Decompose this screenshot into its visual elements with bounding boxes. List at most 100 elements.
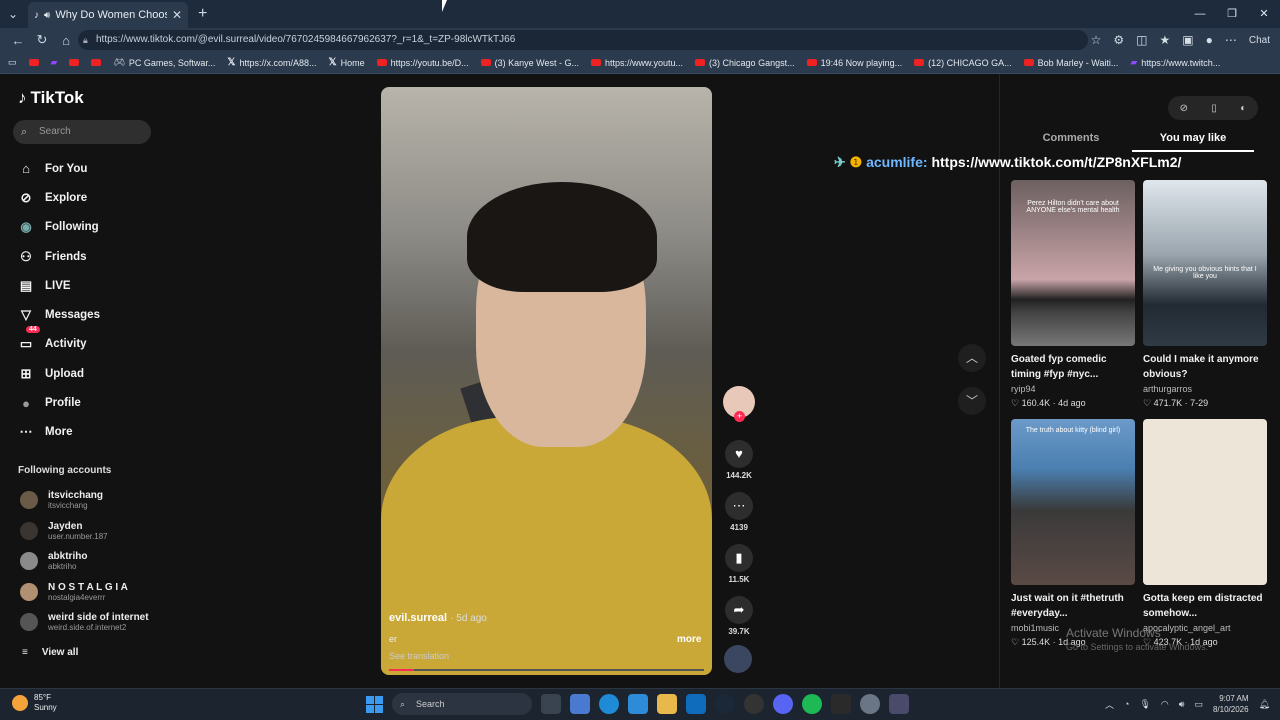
youtube-icon[interactable]: [28, 59, 39, 66]
sidebar-item-friends[interactable]: ⚇ Friends: [18, 242, 100, 271]
recommended-video-card[interactable]: Perez Hilton didn't care about ANYONE el…: [1011, 180, 1135, 409]
follow-plus-icon[interactable]: +: [734, 411, 745, 422]
sidebar-item-explore[interactable]: ⊘ Explore: [18, 183, 100, 212]
task-view-icon[interactable]: [541, 694, 561, 714]
audio-icon[interactable]: 🔊︎: [44, 10, 50, 21]
split-screen-icon[interactable]: ◫: [1136, 33, 1147, 47]
youtube-icon[interactable]: [91, 59, 102, 66]
game-app-icon[interactable]: [889, 694, 909, 714]
spotify-icon[interactable]: [802, 694, 822, 714]
settings-menu-icon[interactable]: ⋯: [1225, 33, 1237, 47]
like-button[interactable]: ♥ 144.2K: [722, 440, 756, 480]
close-window-icon[interactable]: ✕: [1248, 0, 1280, 28]
video-player[interactable]: [381, 87, 712, 675]
save-button[interactable]: ▮ 11.5K: [722, 544, 756, 584]
sidebar-item-profile[interactable]: ● Profile: [18, 388, 100, 417]
browser-tab[interactable]: ♪ 🔊︎ Why Do Women Choose 'Do... ✕: [28, 2, 188, 28]
minimize-icon[interactable]: —: [1184, 0, 1216, 28]
windows-start-icon[interactable]: [366, 695, 383, 713]
weather-widget[interactable]: 85°F Sunny: [12, 693, 57, 713]
copilot-chat-button[interactable]: Chat: [1249, 35, 1270, 46]
extensions-icon[interactable]: ⚙: [1113, 33, 1124, 47]
discord-icon[interactable]: [773, 694, 793, 714]
store-icon[interactable]: [628, 694, 648, 714]
previous-video-button[interactable]: ︿: [958, 344, 986, 372]
file-explorer-icon[interactable]: [657, 694, 677, 714]
favorites-icon[interactable]: ★: [1160, 33, 1171, 47]
sidebar-item-activity[interactable]: ▭ 44 Activity: [18, 325, 100, 359]
new-tab-button[interactable]: +: [198, 5, 207, 23]
bookmark-item[interactable]: 🎮︎ PC Games, Softwar...: [113, 57, 215, 68]
bookmark-item[interactable]: (3) Chicago Gangst...: [695, 58, 795, 68]
tab-you-may-like[interactable]: You may like: [1132, 132, 1254, 152]
video-author[interactable]: evil.surreal · 5d ago: [389, 612, 487, 624]
sidebar-item-for-you[interactable]: ⌂ For You: [18, 154, 100, 183]
steam-icon[interactable]: [715, 694, 735, 714]
bookmark-item[interactable]: 𝕏 Home: [329, 57, 365, 68]
url-field[interactable]: 🔒︎ https://www.tiktok.com/@evil.surreal/…: [78, 30, 1088, 50]
obs-icon[interactable]: [744, 694, 764, 714]
network-icon[interactable]: ◔: [1124, 699, 1129, 709]
sidebar-item-upload[interactable]: ⊞ Upload: [18, 359, 100, 388]
following-account[interactable]: N O S T A L G I Anostalgia4everrr: [20, 582, 128, 602]
search-input[interactable]: ⌕ Search: [13, 120, 151, 144]
bookmark-item[interactable]: ▰ https://www.twitch...: [1130, 57, 1220, 68]
back-icon[interactable]: ←: [6, 33, 30, 48]
collections-icon[interactable]: ▣: [1182, 33, 1193, 47]
star-icon[interactable]: ☆: [1091, 33, 1102, 47]
bookmarks-menu-icon[interactable]: ▭: [8, 57, 17, 68]
next-video-button[interactable]: ﹀: [958, 387, 986, 415]
epic-games-icon[interactable]: [831, 694, 851, 714]
music-disc-icon[interactable]: [724, 645, 752, 673]
following-account[interactable]: Jayden user.number.187: [20, 521, 108, 541]
tab-comments[interactable]: Comments: [1010, 132, 1132, 152]
chevron-up-icon[interactable]: ︿: [1105, 698, 1114, 711]
sidebar-item-more[interactable]: ⋯ More: [18, 418, 100, 447]
tiktok-logo[interactable]: ♪ TikTok: [18, 88, 84, 108]
bookmark-item[interactable]: (12) CHICAGO GA...: [914, 58, 1012, 68]
bookmark-item[interactable]: 𝕏https://x.com/A88...: [227, 57, 316, 68]
settings-icon[interactable]: [860, 694, 880, 714]
share-button[interactable]: ➦ 39.7K: [722, 596, 756, 636]
comment-button[interactable]: ⋯ 4139: [722, 492, 756, 532]
compass-icon[interactable]: ⊘: [1180, 103, 1188, 114]
twitch-icon[interactable]: ▰: [51, 57, 58, 68]
home-icon[interactable]: ⌂: [54, 33, 78, 48]
bookmark-item[interactable]: https://www.youtu...: [591, 58, 683, 68]
sidebar-item-live[interactable]: ▤ LIVE: [18, 271, 100, 300]
tab-list-icon[interactable]: ⌄: [0, 1, 26, 27]
recommended-video-card[interactable]: The truth about kitty (blind girl) Just …: [1011, 419, 1135, 648]
profile-avatar-icon[interactable]: ●: [1206, 33, 1213, 47]
battery-icon[interactable]: ▭: [1194, 699, 1203, 710]
following-account[interactable]: abktriho abktriho: [20, 551, 87, 571]
view-all-link[interactable]: ≡ View all: [22, 647, 78, 658]
microphone-icon[interactable]: 🎙︎: [1139, 699, 1150, 710]
bookmark-item[interactable]: Bob Marley - Waiti...: [1023, 58, 1118, 68]
youtube-icon[interactable]: [69, 59, 80, 66]
outlook-icon[interactable]: [686, 694, 706, 714]
creator-avatar[interactable]: +: [723, 386, 755, 422]
recommended-video-card[interactable]: Gotta keep em distracted somehow... apoc…: [1143, 419, 1267, 648]
more-link[interactable]: more: [677, 634, 701, 645]
close-tab-icon[interactable]: ✕: [172, 8, 182, 22]
sidebar-item-following[interactable]: ◉ Following: [18, 213, 100, 242]
wifi-icon[interactable]: ◠: [1161, 699, 1169, 710]
edge-icon[interactable]: [599, 694, 619, 714]
see-translation-link[interactable]: See translation: [389, 651, 449, 661]
copilot-icon[interactable]: [570, 694, 590, 714]
notifications-icon[interactable]: 🔔︎: [1259, 699, 1270, 710]
bookmark-item[interactable]: 19:46 Now playing...: [806, 58, 902, 68]
bookmark-item[interactable]: https://youtu.be/D...: [376, 58, 469, 68]
following-account[interactable]: weird side of internet weird.side.of.inte…: [20, 612, 149, 632]
recommended-video-card[interactable]: Me giving you obvious hints that I like …: [1143, 180, 1267, 409]
refresh-icon[interactable]: ↻: [30, 32, 54, 48]
clock[interactable]: 9:07 AM 8/10/2026: [1213, 693, 1249, 715]
bookmark-item[interactable]: (3) Kanye West - G...: [480, 58, 579, 68]
video-progress-bar[interactable]: [389, 669, 704, 671]
volume-icon[interactable]: 🔊︎: [1179, 699, 1185, 710]
following-account[interactable]: itsvicchang itsvicchang: [20, 490, 103, 510]
user-avatar-icon[interactable]: ◐: [1240, 103, 1246, 114]
taskbar-search[interactable]: ⌕ Search: [392, 693, 532, 715]
maximize-icon[interactable]: ❐: [1216, 0, 1248, 28]
phone-icon[interactable]: ▯: [1211, 103, 1217, 114]
